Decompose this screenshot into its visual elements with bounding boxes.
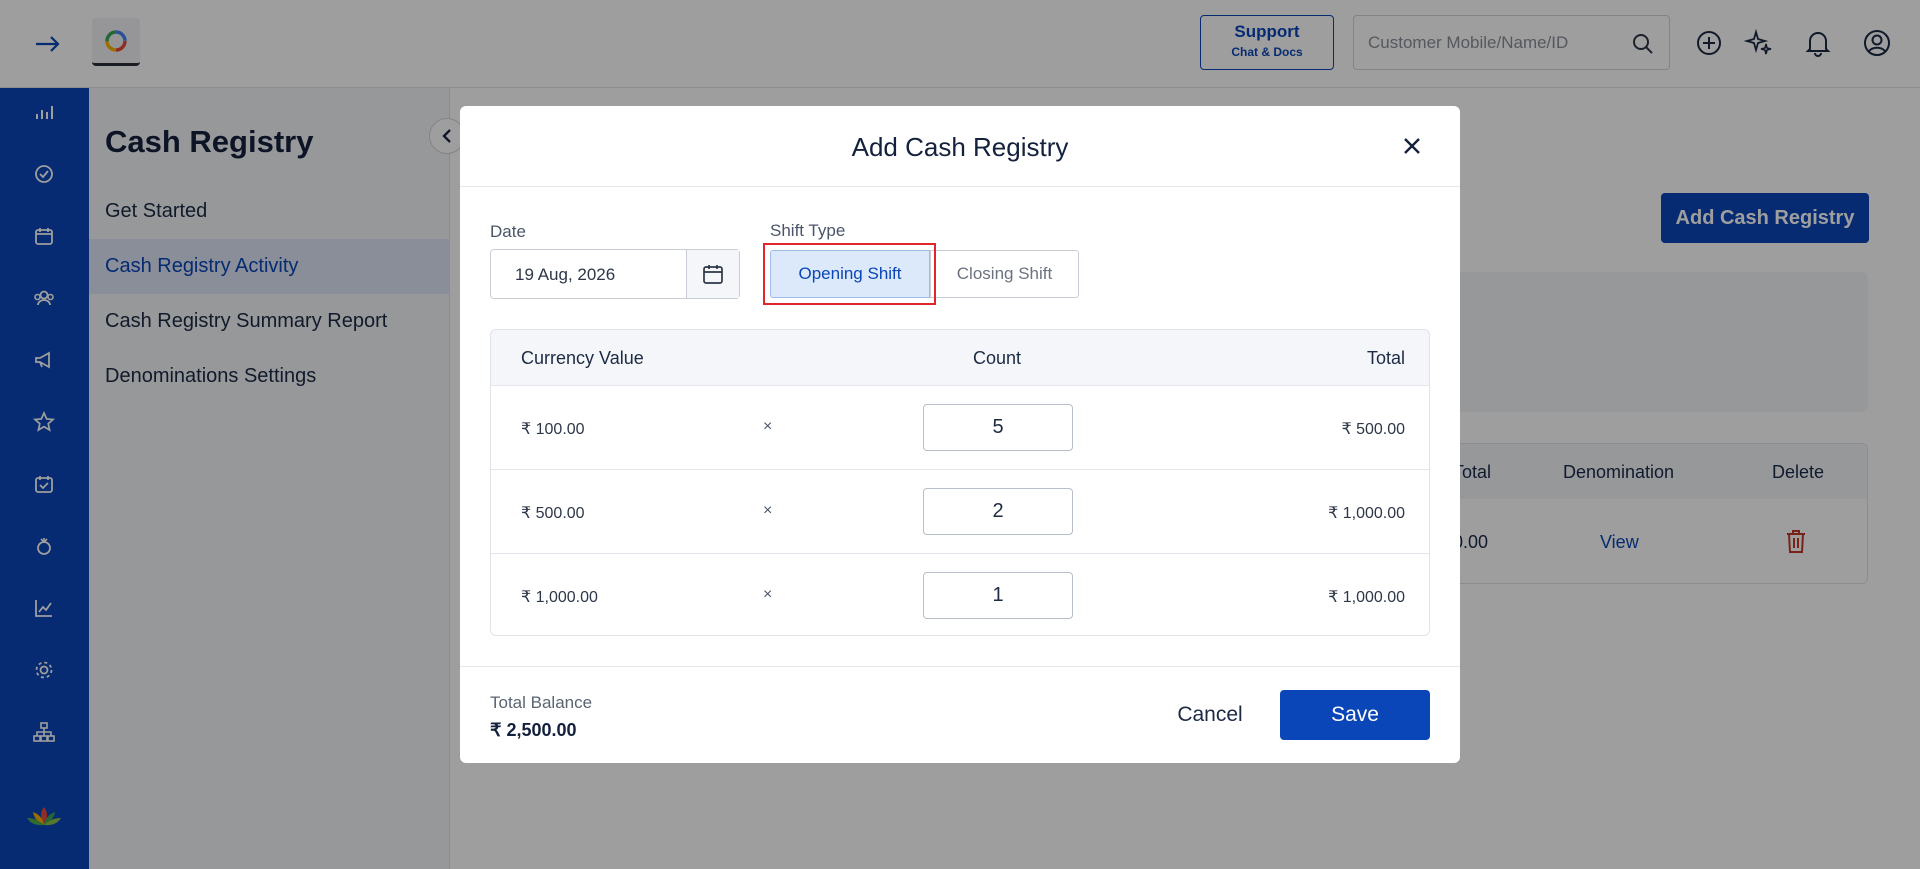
row-total: ₹ 1,000.00: [1328, 505, 1405, 522]
currency-value: ₹ 1,000.00: [521, 589, 598, 606]
date-label: Date: [490, 222, 526, 241]
count-input[interactable]: [923, 488, 1073, 535]
shift-type-label: Shift Type: [770, 221, 846, 240]
save-button[interactable]: Save: [1280, 690, 1430, 740]
multiply-sign: ×: [763, 418, 773, 435]
denomination-table-header: Currency Value Count Total: [491, 330, 1429, 385]
header-currency-value: Currency Value: [521, 348, 644, 368]
date-picker: [490, 249, 740, 299]
calendar-icon[interactable]: [686, 250, 739, 298]
closing-shift-option[interactable]: Closing Shift: [930, 250, 1079, 298]
denomination-row: ₹ 1,000.00 × ₹ 1,000.00: [491, 553, 1429, 635]
denomination-row: ₹ 100.00 × ₹ 500.00: [491, 385, 1429, 469]
count-input[interactable]: [923, 404, 1073, 451]
currency-value: ₹ 100.00: [521, 421, 585, 438]
cancel-button[interactable]: Cancel: [1150, 690, 1270, 740]
total-balance-value: ₹ 2,500.00: [490, 720, 577, 740]
modal-footer: Total Balance ₹ 2,500.00 Cancel Save: [460, 666, 1460, 763]
row-total: ₹ 1,000.00: [1328, 589, 1405, 606]
header-count: Count: [973, 348, 1022, 368]
total-balance-label: Total Balance: [490, 693, 593, 712]
count-input[interactable]: [923, 572, 1073, 619]
multiply-sign: ×: [763, 586, 773, 603]
close-icon[interactable]: [1400, 134, 1424, 158]
multiply-sign: ×: [763, 502, 773, 519]
row-total: ₹ 500.00: [1341, 421, 1405, 438]
currency-value: ₹ 500.00: [521, 505, 585, 522]
header-total: Total: [1366, 348, 1405, 368]
add-cash-registry-modal: Add Cash Registry Date Shift Type Openin…: [460, 106, 1460, 763]
selection-highlight-box: [763, 243, 936, 305]
denomination-row: ₹ 500.00 × ₹ 1,000.00: [491, 469, 1429, 553]
modal-header: Add Cash Registry: [460, 106, 1460, 187]
modal-title: Add Cash Registry: [851, 132, 1069, 162]
denomination-table: Currency Value Count Total ₹ 100.00 × ₹ …: [490, 329, 1430, 636]
date-input[interactable]: [515, 262, 675, 288]
